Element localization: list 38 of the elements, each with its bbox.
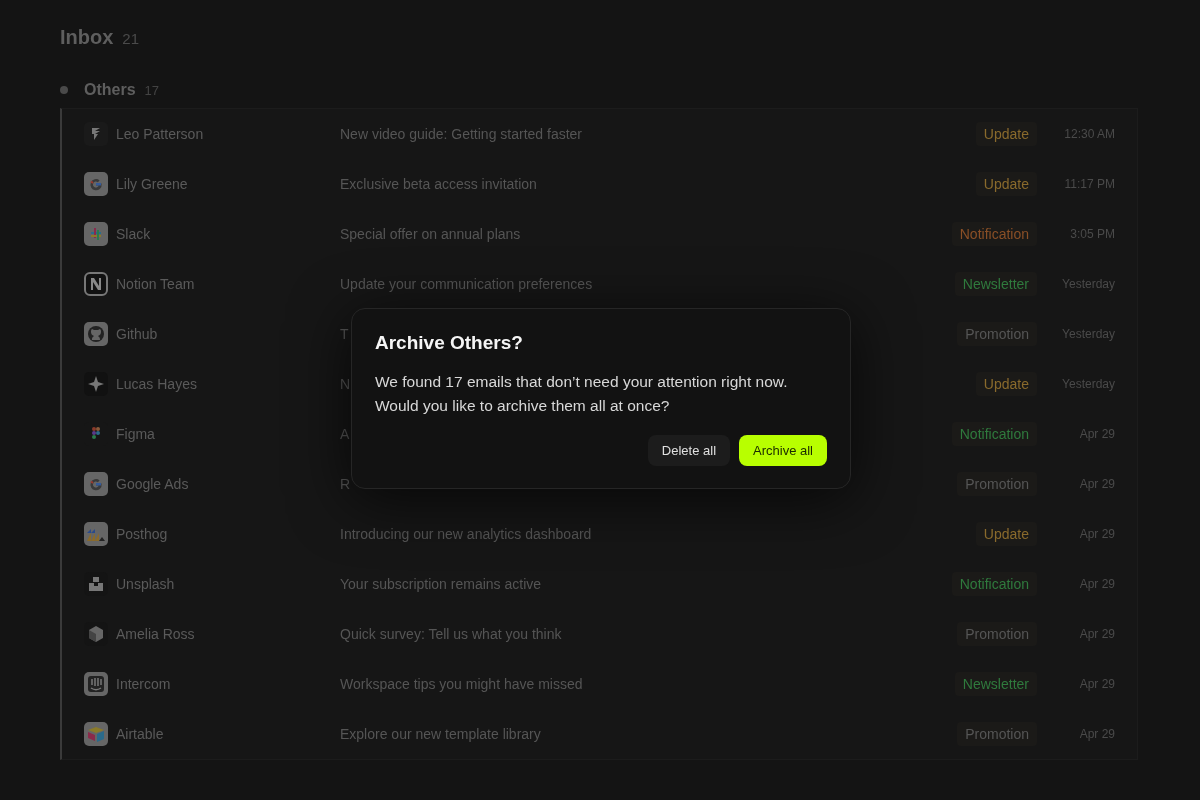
category-tag: Promotion [957,322,1037,346]
email-subject: New video guide: Getting started faster [340,126,583,142]
category-tag: Newsletter [954,672,1037,696]
category-tag: Update [975,172,1037,196]
email-subject: Explore our new template library [340,726,541,742]
sender-name: Posthog [116,526,169,542]
sender-name: Github [116,326,159,342]
email-subject: Update your communication preferences [340,276,593,292]
sender-name: Slack [116,226,152,242]
email-subject: Special offer on annual plans [340,226,521,242]
sender-name: Intercom [116,676,172,692]
category-tag: Promotion [957,622,1037,646]
category-tag: Notification [951,422,1037,446]
dialog-title: Archive Others? [375,332,524,354]
category-tag: Notification [951,572,1037,596]
category-tag: Update [975,372,1037,396]
category-tag: Newsletter [954,272,1037,296]
category-tag: Promotion [957,472,1037,496]
email-subject: Introducing our new analytics dashboard [340,526,592,542]
sender-name: Google Ads [116,476,190,492]
sender-name: Airtable [116,726,165,742]
category-tag: Notification [951,222,1037,246]
email-subject: Exclusive beta access invitation [340,176,537,192]
category-tag: Update [975,122,1037,146]
inbox-title: Inbox [60,26,114,49]
category-tag: Update [975,522,1037,546]
category-tag: Promotion [957,722,1037,746]
sender-name: Lucas Hayes [116,376,198,392]
email-subject: Your subscription remains active [340,576,542,592]
sender-name: Notion Team [116,276,196,292]
dialog-message: We found 17 emails that don’t need your attention right now. Would you like to archive them all at once? [375,372,789,416]
sender-name: Figma [116,426,156,442]
sender-name: Leo Patterson [116,126,205,142]
sender-name: Unsplash [116,576,176,592]
sender-name: Amelia Ross [116,626,196,642]
email-subject: Quick survey: Tell us what you think [340,626,562,642]
sender-name: Lily Greene [116,176,189,192]
email-subject: Workspace tips you might have missed [340,676,583,692]
